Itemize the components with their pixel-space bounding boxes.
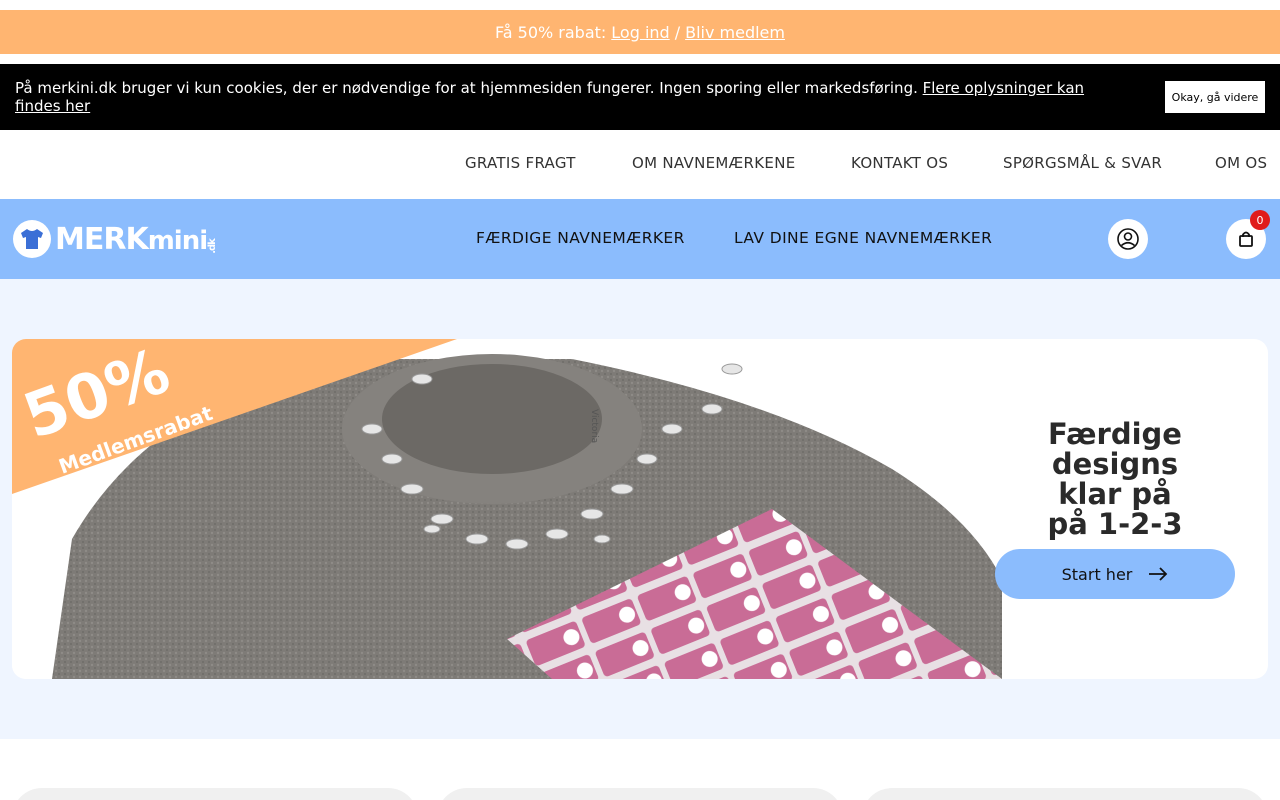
top-nav: GRATIS FRAGT OM NAVNEMÆRKENE KONTAKT OS …: [0, 130, 1280, 199]
hero-title-line2: klar på: [1058, 477, 1172, 511]
logo-wordmark: MERKmini.dk: [55, 222, 220, 257]
sticker-name: Victoria: [589, 409, 599, 443]
product-card[interactable]: [12, 788, 418, 800]
logo-mini: mini: [147, 225, 208, 256]
hero-card: 50% Medlemsrabat Victoria Færdige design…: [12, 339, 1268, 679]
logo-dk: .dk: [206, 238, 218, 254]
product-card[interactable]: [437, 788, 843, 800]
arrow-right-icon: [1149, 567, 1168, 581]
account-button[interactable]: [1108, 219, 1148, 259]
site-logo[interactable]: MERKmini.dk: [13, 219, 220, 259]
hero-image: 50% Medlemsrabat Victoria: [12, 339, 1002, 679]
main-header: MERKmini.dk FÆRDIGE NAVNEMÆRKER LAV DINE…: [0, 199, 1280, 279]
nav-about-labels[interactable]: OM NAVNEMÆRKENE: [632, 154, 796, 172]
nav-contact[interactable]: KONTAKT OS: [851, 154, 948, 172]
user-circle-icon: [1117, 228, 1139, 250]
start-here-label: Start her: [1061, 564, 1133, 584]
nav-custom-labels[interactable]: LAV DINE EGNE NAVNEMÆRKER: [734, 229, 992, 247]
product-card[interactable]: [862, 788, 1268, 800]
tshirt-icon: [13, 220, 51, 258]
hero-title: Færdige designs klar på på 1-2-3: [982, 419, 1248, 539]
promo-text: Få 50% rabat:: [495, 22, 607, 42]
nav-faq[interactable]: SPØRGSMÅL & SVAR: [1003, 154, 1162, 172]
shopping-bag-icon: [1239, 231, 1253, 247]
signup-link[interactable]: Bliv medlem: [685, 23, 785, 42]
logo-merk: MERK: [55, 221, 149, 257]
promo-bar: Få 50% rabat: Log ind / Bliv medlem: [0, 10, 1280, 54]
cookie-text: På merkini.dk bruger vi kun cookies, der…: [15, 79, 918, 97]
cookie-accept-button[interactable]: Okay, gå videre: [1165, 81, 1265, 113]
cart-count-badge: 0: [1250, 210, 1270, 230]
start-here-button[interactable]: Start her: [995, 549, 1235, 599]
nav-ready-labels[interactable]: FÆRDIGE NAVNEMÆRKER: [476, 229, 685, 247]
promo-separator: /: [674, 22, 681, 42]
hero-section: 50% Medlemsrabat Victoria Færdige design…: [0, 279, 1280, 739]
hero-title-line1: Færdige designs: [1048, 417, 1182, 481]
nav-free-shipping[interactable]: GRATIS FRAGT: [465, 154, 576, 172]
login-link[interactable]: Log ind: [611, 23, 669, 42]
nav-about-us[interactable]: OM OS: [1215, 154, 1267, 172]
hero-title-line3: på 1-2-3: [1047, 507, 1183, 541]
cookie-banner: På merkini.dk bruger vi kun cookies, der…: [0, 64, 1280, 130]
cookie-text-block: På merkini.dk bruger vi kun cookies, der…: [15, 79, 1130, 115]
